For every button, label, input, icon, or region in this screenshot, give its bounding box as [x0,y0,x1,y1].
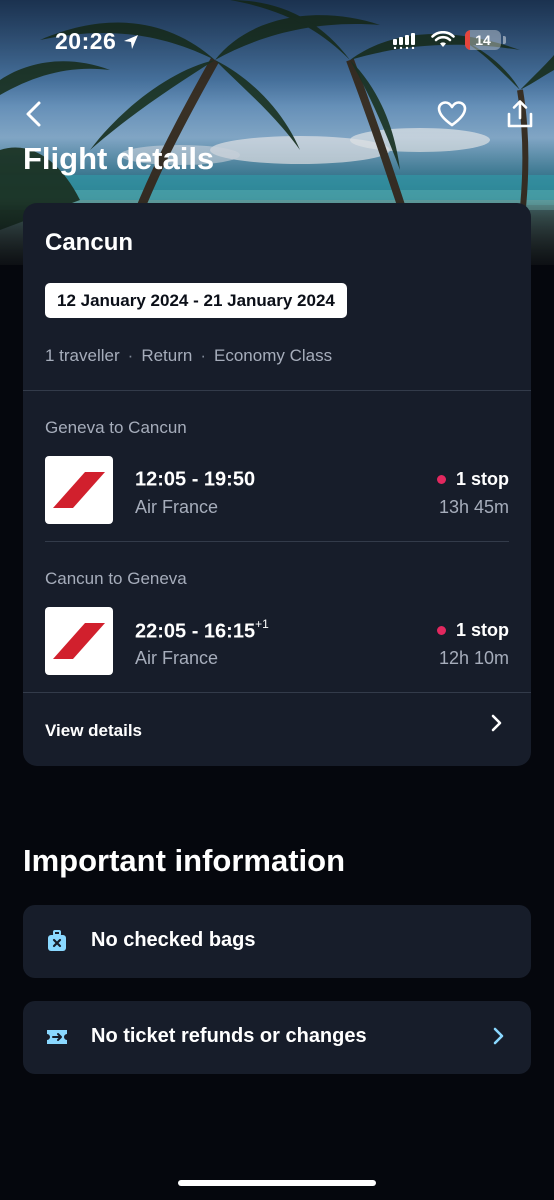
stop-dot-icon [436,626,446,635]
leg-times: 22:05 - 16:15+1 [135,617,269,643]
airline-logo [45,607,113,675]
share-icon [507,100,533,128]
info-no-checked-bags: No checked bags [23,905,531,978]
important-info-title: Important information [23,843,346,878]
status-time: 20:26 [55,28,140,55]
leg-route-label: Cancun to Geneva [45,569,187,588]
status-indicators: 14 [393,30,506,50]
leg-stops: 1 stop [436,620,509,641]
destination-title: Cancun [45,229,134,256]
share-button[interactable] [500,94,540,134]
info-no-refunds[interactable]: No ticket refunds or changes [23,1001,531,1074]
view-details-label: View details [45,721,143,740]
trip-type: Return [141,346,193,365]
view-details-button[interactable]: View details [23,693,531,766]
battery-indicator: 14 [465,30,501,50]
leg-stops: 1 stop [436,469,509,490]
favorite-button[interactable] [432,94,472,134]
no-ticket-icon [47,1030,67,1044]
leg-times: 12:05 - 19:50 [135,468,256,491]
air-france-logo-icon [53,472,105,508]
divider [45,541,509,542]
chevron-left-icon [26,101,41,127]
chevron-right-icon [491,714,502,732]
page-title: Flight details [23,141,215,176]
stop-dot-icon [436,475,446,484]
back-button[interactable] [14,94,54,134]
info-label: No ticket refunds or changes [91,1025,367,1047]
chevron-right-icon [493,1027,504,1045]
no-bag-icon [48,930,66,951]
home-indicator [178,1180,376,1186]
meta-separator: · [200,346,207,365]
airline-logo [45,456,113,524]
traveller-count: 1 traveller [45,346,120,365]
leg-duration: 13h 45m [438,497,509,517]
trip-meta: 1 traveller · Return · Economy Class [45,346,332,366]
heart-icon [437,101,467,127]
cellular-signal-icon [393,33,415,49]
air-france-logo-icon [53,623,105,659]
info-label: No checked bags [91,929,256,951]
leg-airline: Air France [135,648,219,668]
location-arrow-icon [124,34,139,49]
meta-separator: · [127,346,134,365]
leg-duration: 12h 10m [438,648,509,668]
flight-summary-card: Cancun 12 January 2024 - 21 January 2024… [23,203,531,766]
leg-route-label: Geneva to Cancun [45,418,187,437]
leg-airline: Air France [135,497,219,517]
date-range-chip: 12 January 2024 - 21 January 2024 [45,283,347,318]
wifi-icon [431,31,455,47]
cabin-class: Economy Class [214,346,333,365]
divider [23,390,531,391]
